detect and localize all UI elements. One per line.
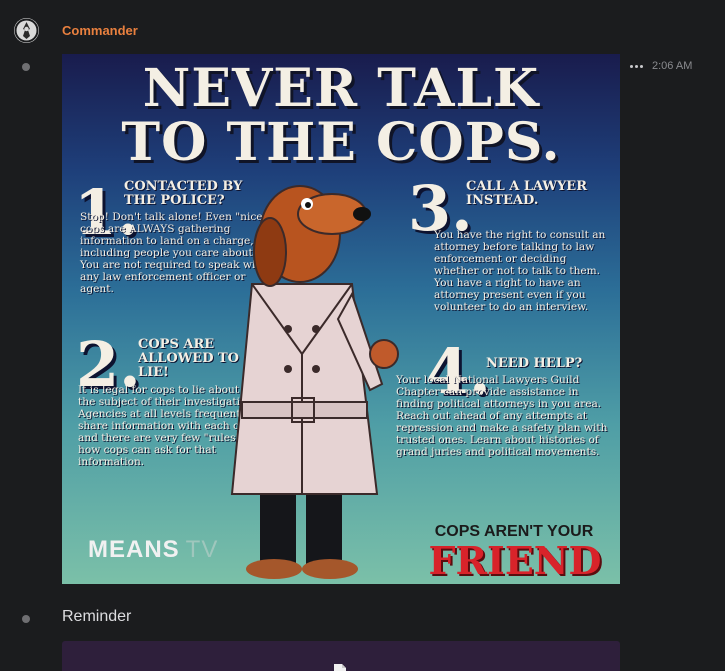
brand-logo: MEANS TV (88, 536, 219, 563)
message-bullet (22, 615, 30, 623)
section-heading: NEED HELP? (486, 356, 583, 371)
tagline-big: FRIEND (428, 538, 602, 583)
chat-view: Commander 2:06 AM NEVER TALK TO THE COPS… (0, 0, 725, 671)
section-heading: CALL A LAWYER INSTEAD. (466, 179, 588, 208)
section-body: Your local National Lawyers Guild Chapte… (396, 374, 608, 458)
message-author[interactable]: Commander (62, 23, 138, 38)
avatar[interactable] (14, 18, 39, 43)
poster-headline-line1: NEVER TALK (142, 58, 540, 119)
message-bullet (22, 63, 30, 71)
ellipsis-icon[interactable] (629, 60, 643, 72)
attached-image[interactable]: NEVER TALK TO THE COPS. 1. CONTACTED BY … (62, 54, 620, 584)
message-text: Reminder (62, 608, 132, 625)
section-body: You have the right to consult an attorne… (434, 229, 606, 313)
message-timestamp: 2:06 AM (652, 60, 693, 72)
user-avatar-icon (14, 18, 39, 43)
trenchcoat-dog-illustration (230, 185, 399, 579)
file-attachment[interactable] (62, 641, 620, 671)
file-icon (334, 664, 346, 671)
